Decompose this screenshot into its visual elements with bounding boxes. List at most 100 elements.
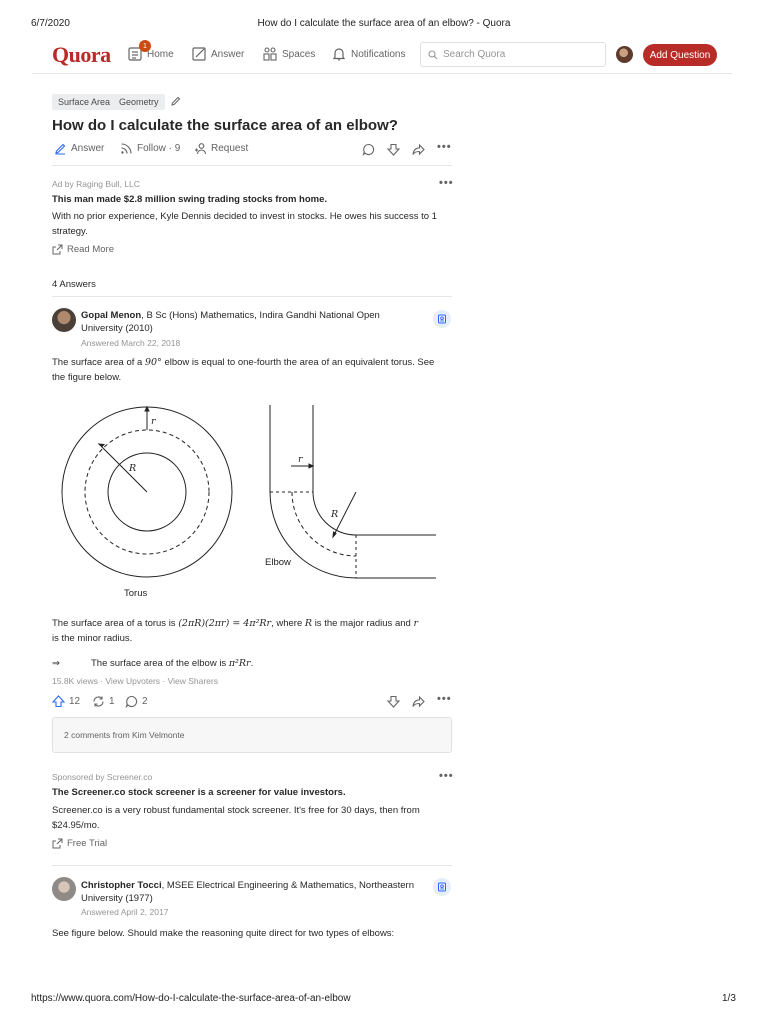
answer1-p1-text-b: elbow is equal to one-fourth the area of… bbox=[164, 357, 435, 368]
quora-logo[interactable]: Quora bbox=[52, 42, 111, 68]
torus-diagram bbox=[61, 405, 233, 578]
elbow-r-label: r bbox=[298, 454, 304, 465]
add-person-icon bbox=[195, 143, 207, 155]
downvote-icon[interactable] bbox=[386, 142, 400, 156]
author2-credential: , MSEE Electrical Engineering & Mathemat… bbox=[161, 880, 414, 891]
author-credential: , B Sc (Hons) Mathematics, Indira Gandhi… bbox=[141, 310, 380, 321]
nav-notifications[interactable]: Notifications bbox=[331, 46, 405, 62]
topic-tag-surface-area[interactable]: Surface Area bbox=[52, 94, 117, 110]
ad2-more-icon[interactable]: ••• bbox=[439, 770, 454, 782]
ad-read-more-link[interactable]: Read More bbox=[52, 244, 114, 255]
author2-avatar[interactable] bbox=[52, 877, 76, 901]
answer1-p3-end: . bbox=[250, 658, 254, 669]
answer1-paragraph2: The surface area of a torus is (2πR)(2πr… bbox=[52, 616, 456, 646]
answer1-p2-text-d: is the minor radius. bbox=[52, 633, 133, 644]
nav-home-label: Home bbox=[147, 48, 174, 60]
user-avatar[interactable] bbox=[616, 46, 633, 63]
answer1-p3-math: π²Rr bbox=[228, 658, 251, 669]
ad2-body-line1: Screener.co is a very robust fundamental… bbox=[52, 805, 420, 816]
search-placeholder: Search Quora bbox=[443, 49, 506, 60]
ad2-free-trial-link[interactable]: Free Trial bbox=[52, 838, 107, 849]
answer1-paragraph3: The surface area of the elbow is π²Rr. bbox=[91, 656, 253, 671]
nav-spaces-label: Spaces bbox=[282, 48, 316, 60]
search-input[interactable]: Search Quora bbox=[420, 42, 606, 67]
reshare-icon bbox=[93, 696, 104, 707]
add-question-button[interactable]: Add Question bbox=[643, 44, 717, 66]
answer2-date[interactable]: Answered April 2, 2017 bbox=[81, 907, 168, 917]
torus-R-label: R bbox=[128, 463, 136, 474]
comment-bubble-icon bbox=[125, 695, 138, 708]
elbow-caption: Elbow bbox=[265, 557, 291, 568]
answer1-p1-text-c: the figure below. bbox=[52, 372, 122, 383]
ad-body: With no prior experience, Kyle Dennis de… bbox=[52, 211, 437, 237]
answer1-p1-math: 90° bbox=[144, 357, 162, 368]
share-count-button[interactable]: 1 bbox=[92, 695, 115, 708]
request-action[interactable]: Request bbox=[194, 142, 248, 155]
credential2-icon[interactable] bbox=[433, 878, 451, 896]
comment-count: 2 bbox=[142, 696, 148, 707]
print-page-number: 1/3 bbox=[722, 993, 736, 1004]
ad2-title[interactable]: The Screener.co stock screener is a scre… bbox=[52, 787, 346, 798]
nav-spaces[interactable]: Spaces bbox=[262, 46, 315, 62]
answer-action[interactable]: Answer bbox=[54, 142, 104, 155]
request-action-label: Request bbox=[211, 143, 249, 154]
print-url: https://www.quora.com/How-do-I-calculate… bbox=[31, 993, 351, 1004]
ad2-body: Screener.co is a very robust fundamental… bbox=[52, 803, 456, 833]
topic-tag-geometry[interactable]: Geometry bbox=[113, 94, 165, 110]
answers-count: 4 Answers bbox=[52, 279, 96, 290]
search-icon bbox=[428, 49, 438, 59]
credential-icon[interactable] bbox=[433, 310, 451, 328]
answer1-p2-text-a: The surface area of a torus is bbox=[52, 618, 176, 629]
author-avatar[interactable] bbox=[52, 308, 76, 332]
bell-icon bbox=[332, 48, 346, 61]
question-divider bbox=[52, 165, 452, 166]
elbow-R-label: R bbox=[330, 509, 338, 520]
answer1-downvote-icon[interactable] bbox=[386, 694, 400, 708]
share-count: 1 bbox=[109, 696, 115, 707]
ad2-free-trial-label: Free Trial bbox=[67, 838, 108, 849]
answer1-p2-text-b: , where bbox=[271, 618, 303, 629]
comments-preview[interactable]: 2 comments from Kim Velmonte bbox=[52, 717, 452, 753]
home-icon: 1 bbox=[127, 40, 151, 62]
nav-notifications-label: Notifications bbox=[351, 48, 406, 60]
nav-home[interactable]: 1 Home bbox=[127, 40, 174, 62]
share-icon[interactable] bbox=[411, 142, 425, 156]
people-icon bbox=[263, 47, 277, 61]
comment-icon[interactable] bbox=[361, 142, 375, 156]
question-title: How do I calculate the surface area of a… bbox=[52, 117, 398, 134]
answer1-date[interactable]: Answered March 22, 2018 bbox=[81, 338, 180, 348]
follow-action[interactable]: Follow · 9 bbox=[120, 142, 180, 155]
author-name[interactable]: Gopal Menon bbox=[81, 310, 141, 321]
ad-more-icon[interactable]: ••• bbox=[439, 177, 454, 189]
print-page-title: How do I calculate the surface area of a… bbox=[257, 18, 511, 29]
answer1-stats[interactable]: 15.8K views · View Upvoters · View Share… bbox=[52, 676, 218, 686]
torus-r-label: r bbox=[151, 416, 157, 427]
ad2-sponsor-label: Sponsored by Screener.co bbox=[52, 772, 153, 782]
ad2-body-line2: $24.95/mo. bbox=[52, 820, 100, 831]
external-link-icon bbox=[52, 838, 63, 849]
edit-topics-icon[interactable] bbox=[170, 96, 181, 110]
answer2-author-line: Christopher Tocci, MSEE Electrical Engin… bbox=[81, 879, 426, 905]
author2-name[interactable]: Christopher Tocci bbox=[81, 880, 162, 891]
torus-caption: Torus bbox=[124, 588, 147, 599]
header-divider bbox=[32, 73, 732, 74]
pencil-square-icon bbox=[192, 47, 206, 61]
external-link-icon bbox=[52, 244, 63, 255]
answer1-p2-r: r bbox=[413, 618, 418, 629]
more-options-icon[interactable]: ••• bbox=[437, 141, 452, 153]
upvote-count: 12 bbox=[69, 696, 81, 707]
comments-button[interactable]: 2 bbox=[125, 695, 148, 708]
ad-title[interactable]: This man made $2.8 million swing trading… bbox=[52, 194, 327, 205]
answer1-more-icon[interactable]: ••• bbox=[437, 693, 452, 705]
answer1-share-icon[interactable] bbox=[411, 694, 425, 708]
nav-answer[interactable]: Answer bbox=[191, 46, 244, 62]
ad-read-more-label: Read More bbox=[67, 244, 114, 255]
torus-elbow-figure: r R Torus r R Elbow bbox=[61, 405, 436, 599]
answer1-p2-math: (2πR)(2πr) = 4π²Rr bbox=[178, 618, 272, 629]
upvote-button[interactable]: 12 bbox=[52, 695, 80, 708]
answer1-p3-arrow: ⇒ bbox=[52, 658, 60, 669]
nav-answer-label: Answer bbox=[211, 48, 245, 60]
answer1-p3-text: The surface area of the elbow is bbox=[91, 658, 227, 669]
author-credential-cont: University (2010) bbox=[81, 323, 153, 334]
answer2-paragraph1: See figure below. Should make the reason… bbox=[52, 928, 395, 939]
